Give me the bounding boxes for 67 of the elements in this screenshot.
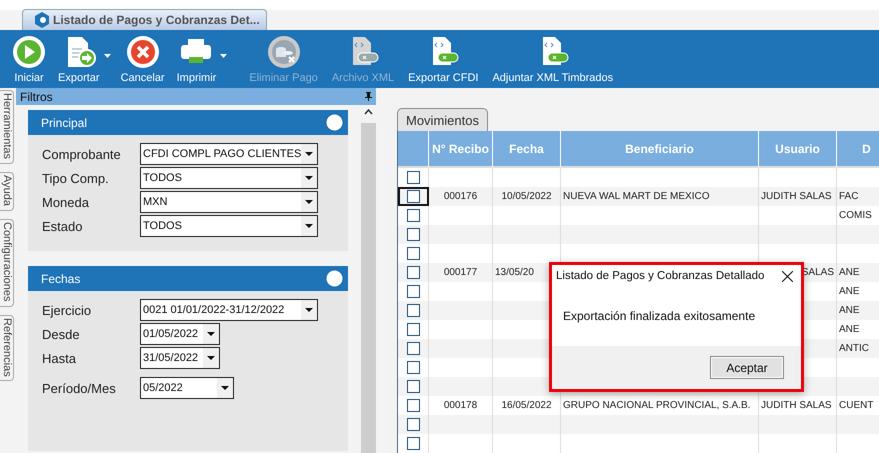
row-checkbox[interactable] bbox=[406, 228, 420, 241]
side-tab[interactable]: Referencias bbox=[0, 314, 14, 382]
field-label: Ejercicio bbox=[42, 302, 92, 318]
database-icon bbox=[266, 35, 301, 69]
pin-icon[interactable] bbox=[365, 92, 372, 101]
tab-title: Listado de Pagos y Cobranzas Det... bbox=[53, 13, 260, 27]
field-label: Hasta bbox=[42, 350, 77, 366]
caret-icon bbox=[301, 192, 317, 212]
dropdown-caret-icon[interactable] bbox=[104, 54, 111, 58]
caret-icon bbox=[301, 216, 317, 236]
toolbar-button[interactable]: Adjuntar XML Timbrados bbox=[488, 35, 618, 84]
field-label: Tipo Comp. bbox=[42, 170, 110, 186]
row-checkbox[interactable] bbox=[406, 399, 420, 412]
side-tab[interactable]: Ayuda bbox=[0, 172, 14, 212]
dropdown-caret-icon[interactable] bbox=[220, 54, 228, 58]
field-label: Moneda bbox=[42, 194, 90, 210]
row-checkbox[interactable] bbox=[406, 285, 420, 298]
dropdown-field[interactable]: 05/2022 bbox=[140, 377, 234, 399]
row-checkbox[interactable] bbox=[406, 266, 420, 279]
row-checkbox[interactable] bbox=[406, 171, 420, 184]
row-checkbox[interactable] bbox=[406, 304, 420, 317]
caret-icon bbox=[301, 168, 317, 188]
close-icon bbox=[126, 35, 160, 69]
accept-button[interactable]: Aceptar bbox=[710, 356, 784, 379]
toolbar-button[interactable]: Exportar CFDI bbox=[404, 35, 482, 84]
dropdown-field[interactable]: 01/05/2022 bbox=[140, 323, 220, 345]
row-checkbox[interactable] bbox=[406, 418, 420, 431]
toolbar-button[interactable]: Exportar bbox=[54, 35, 104, 84]
play-icon bbox=[12, 35, 46, 69]
side-tab[interactable]: Herramientas bbox=[0, 90, 14, 164]
row-checkbox[interactable] bbox=[406, 342, 420, 355]
toolbar-button[interactable]: Cancelar bbox=[116, 35, 169, 84]
card-title: Principal bbox=[41, 116, 88, 130]
caret-icon bbox=[203, 348, 219, 368]
row-checkbox[interactable] bbox=[406, 437, 420, 450]
dropdown-field[interactable]: 31/05/2022 bbox=[140, 347, 220, 369]
caret-icon bbox=[217, 378, 233, 398]
field-label: Estado bbox=[42, 218, 84, 234]
caret-icon bbox=[301, 144, 317, 164]
dropdown-field[interactable]: TODOS bbox=[140, 167, 318, 189]
caret-icon bbox=[203, 324, 219, 344]
dropdown-field[interactable]: CFDI COMPL PAGO CLIENTES bbox=[140, 143, 318, 165]
collapse-button-icon[interactable] bbox=[326, 270, 343, 287]
dropdown-field[interactable]: MXN bbox=[140, 191, 318, 213]
field-label: Desde bbox=[42, 326, 81, 342]
dropdown-field[interactable]: 0021 01/01/2022-31/12/2022 bbox=[140, 299, 318, 321]
field-label: Comprobante bbox=[42, 146, 122, 162]
toolbar-button[interactable]: Imprimir bbox=[172, 35, 220, 84]
row-checkbox[interactable] bbox=[406, 380, 420, 393]
document-tab[interactable]: Listado de Pagos y Cobranzas Det... bbox=[22, 9, 267, 30]
panel-title: Filtros bbox=[20, 90, 53, 104]
movements-tab[interactable]: Movimientos bbox=[397, 108, 488, 131]
caret-icon bbox=[301, 300, 317, 320]
collapse-button-icon[interactable] bbox=[326, 114, 343, 131]
row-checkbox[interactable] bbox=[406, 209, 420, 222]
side-tab[interactable]: Configuraciones bbox=[0, 219, 14, 307]
row-checkbox[interactable] bbox=[406, 361, 420, 374]
row-checkbox[interactable] bbox=[406, 323, 420, 336]
close-icon[interactable] bbox=[782, 270, 793, 282]
toolbar-button[interactable]: Iniciar bbox=[8, 35, 50, 84]
field-label: Período/Mes bbox=[42, 380, 117, 396]
dialog-message: Exportación finalizada exitosamente bbox=[563, 309, 756, 323]
card-title: Fechas bbox=[41, 272, 80, 286]
dropdown-field[interactable]: TODOS bbox=[140, 215, 318, 237]
row-checkbox[interactable] bbox=[406, 247, 420, 260]
row-checkbox[interactable] bbox=[407, 190, 420, 203]
app-logo-icon bbox=[35, 12, 49, 28]
